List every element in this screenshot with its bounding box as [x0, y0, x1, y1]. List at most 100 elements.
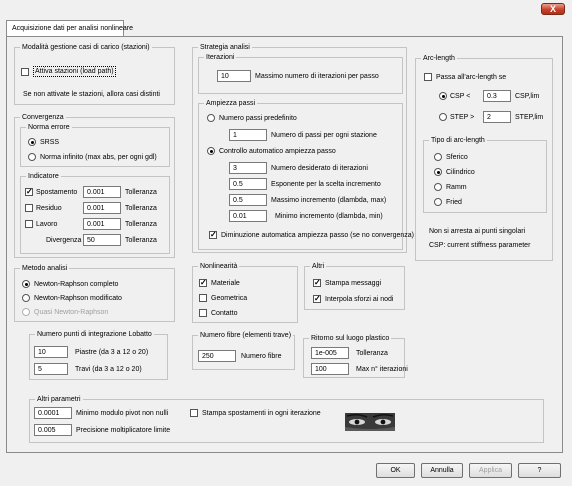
material-checkbox[interactable]: ✓ [199, 279, 207, 287]
max-increment-input[interactable]: 0.5 [229, 194, 267, 206]
auto-step-radio[interactable] [207, 147, 215, 155]
norm-infinity-label: Norma infinito (max abs, per ogni gdl) [40, 154, 157, 161]
contact-label: Contatto [211, 310, 238, 317]
step-label: STEP > [450, 114, 475, 121]
beams-points-input[interactable]: 5 [34, 363, 68, 375]
step-radio[interactable] [439, 113, 447, 121]
print-messages-checkbox[interactable]: ✓ [313, 279, 321, 287]
work-tolerance-input[interactable]: 0.001 [83, 218, 121, 230]
plates-points-input[interactable]: 10 [34, 346, 68, 358]
iterations-group: Iterazioni 10 Massimo numero di iterazio… [198, 53, 403, 94]
indicator-group: Indicatore ✓ Spostamento 0.001 Tolleranz… [20, 172, 170, 254]
analysis-method-legend: Metodo analisi [20, 264, 70, 273]
type-cylindrical-radio[interactable] [434, 168, 442, 176]
predefined-steps-radio[interactable] [207, 114, 215, 122]
residual-checkbox[interactable] [25, 204, 33, 212]
other-params-group: Altri parametri 0.0001 Minimo modulo piv… [29, 395, 544, 443]
cancel-button[interactable]: Annulla [421, 463, 463, 478]
error-norm-legend: Norma errore [26, 123, 72, 132]
error-norm-group: Norma errore SRSS Norma infinito (max ab… [20, 123, 170, 167]
indicator-legend: Indicatore [26, 172, 61, 181]
type-ramm-label: Ramm [446, 184, 467, 191]
divergence-label: Divergenza [46, 237, 82, 244]
fibers-input[interactable]: 250 [198, 350, 236, 362]
csp-radio[interactable] [439, 92, 447, 100]
ok-button[interactable]: OK [376, 463, 415, 478]
desired-iterations-label: Numero desiderato di iterazioni [271, 165, 368, 172]
predefined-steps-label: Numero passi predefinito [219, 115, 297, 122]
csp-label: CSP < [450, 93, 471, 100]
step-size-group: Ampiezza passi Numero passi predefinito … [198, 99, 414, 250]
window-close-button[interactable]: X [541, 3, 565, 15]
iterations-legend: Iterazioni [204, 53, 237, 62]
displacement-tolerance-input[interactable]: 0.001 [83, 186, 121, 198]
arc-length-note-singular: Non si arresta ai punti singolari [429, 228, 526, 235]
norm-srss-radio[interactable] [28, 138, 36, 146]
precision-input[interactable]: 0.005 [34, 424, 72, 436]
newton-full-radio[interactable] [22, 280, 30, 288]
print-displacements-checkbox[interactable] [190, 409, 198, 417]
norm-infinity-radio[interactable] [28, 153, 36, 161]
work-label: Lavoro [36, 221, 58, 228]
other-params-legend: Altri parametri [35, 395, 83, 404]
type-ramm-radio[interactable] [434, 183, 442, 191]
max-iterations-label: Massimo numero di iterazioni per passo [255, 73, 379, 80]
max-increment-label: Massimo incremento (dlambda, max) [271, 197, 387, 204]
print-messages-label: Stampa messaggi [325, 280, 382, 287]
divergence-tolerance-input[interactable]: 50 [83, 234, 121, 246]
convergence-legend: Convergenza [20, 113, 66, 122]
csp-unit: CSP,lim [515, 93, 540, 100]
steps-per-station-input[interactable]: 1 [229, 129, 267, 141]
plastic-return-legend: Ritorno sul luogo plastico [309, 334, 392, 343]
plastic-max-iter-input[interactable]: 100 [311, 363, 349, 375]
activate-stations-label: Attiva stazioni (load path) [33, 66, 116, 77]
residual-label: Residuo [36, 205, 62, 212]
plastic-tolerance-input[interactable]: 1e-005 [311, 347, 349, 359]
newton-full-label: Newton-Raphson completo [34, 281, 119, 288]
switch-arc-length-checkbox[interactable] [424, 73, 432, 81]
pivot-label: Minimo modulo pivot non nulli [76, 410, 169, 417]
type-fried-radio[interactable] [434, 198, 442, 206]
quasi-newton-label: Quasi Newton-Raphson [34, 309, 109, 316]
analysis-method-group: Metodo analisi Newton-Raphson completo N… [14, 264, 175, 322]
eyes-logo-image [345, 413, 395, 431]
work-tolerance-label: Tolleranza [125, 221, 157, 228]
min-increment-label: Minimo incremento (dlambda, min) [275, 213, 383, 220]
auto-decrease-checkbox[interactable]: ✓ [209, 231, 217, 239]
arc-length-type-group: Tipo di arc-length Sferico Cilindrico Ra… [423, 136, 547, 213]
newton-modified-radio[interactable] [22, 294, 30, 302]
max-iterations-input[interactable]: 10 [217, 70, 251, 82]
activate-stations-checkbox[interactable] [21, 68, 29, 76]
desired-iterations-input[interactable]: 3 [229, 162, 267, 174]
precision-label: Precisione moltiplicatore limite [76, 427, 171, 434]
norm-srss-label: SRSS [40, 139, 60, 146]
pivot-input[interactable]: 0.0001 [34, 407, 72, 419]
displacement-checkbox[interactable]: ✓ [25, 188, 33, 196]
geometric-checkbox[interactable] [199, 294, 207, 302]
contact-checkbox[interactable] [199, 309, 207, 317]
arc-length-note-csp: CSP: current stiffness parameter [429, 242, 531, 249]
min-increment-input[interactable]: 0.01 [229, 210, 267, 222]
plastic-max-iter-label: Max n° iterazioni [356, 366, 408, 373]
csp-input[interactable]: 0.3 [483, 90, 511, 102]
tab-nonlinear-data[interactable]: Acquisizione dati per analisi nonlineare [6, 20, 133, 37]
convergence-group: Convergenza Norma errore SRSS Norma infi… [14, 113, 175, 258]
lobatto-group: Numero punti di integrazione Lobatto 10 … [29, 330, 168, 380]
tab-panel: Modalità gestione casi di carico (stazio… [6, 36, 563, 453]
fibers-label: Numero fibre [241, 353, 282, 360]
displacement-label: Spostamento [36, 189, 78, 196]
residual-tolerance-input[interactable]: 0.001 [83, 202, 121, 214]
switch-arc-length-label: Passa all'arc-length se [436, 74, 507, 81]
arc-length-type-legend: Tipo di arc-length [429, 136, 487, 145]
displacement-tolerance-label: Tolleranza [125, 189, 157, 196]
type-spherical-radio[interactable] [434, 153, 442, 161]
step-input[interactable]: 2 [483, 111, 511, 123]
help-button[interactable]: ? [518, 463, 561, 478]
work-checkbox[interactable] [25, 220, 33, 228]
geometric-label: Geometrica [211, 295, 248, 302]
fibers-group: Numero fibre (elementi trave) 250 Numero… [192, 331, 295, 370]
interpolate-stress-checkbox[interactable]: ✓ [313, 295, 321, 303]
fibers-legend: Numero fibre (elementi trave) [198, 331, 294, 340]
arc-length-legend: Arc-length [421, 54, 457, 63]
exponent-input[interactable]: 0.5 [229, 178, 267, 190]
